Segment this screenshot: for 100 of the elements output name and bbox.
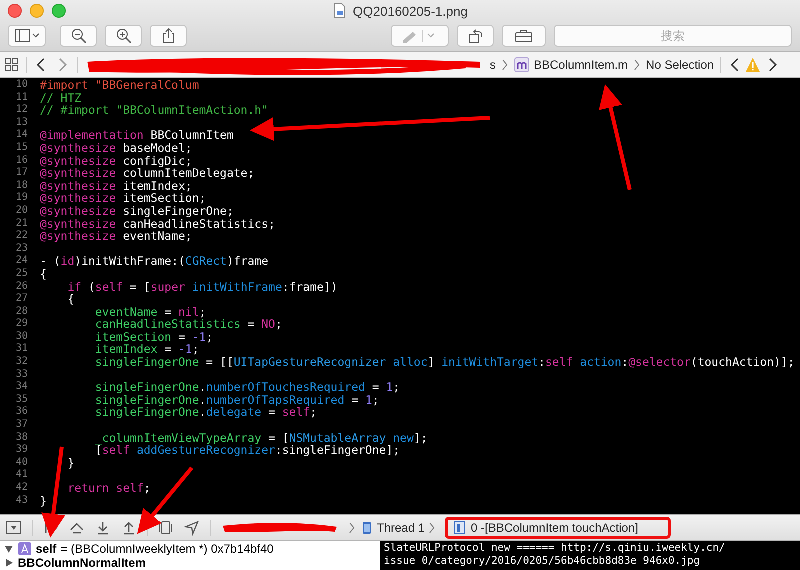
code-line: - (id)initWithFrame:(CGRect)frame bbox=[40, 255, 269, 268]
line-number: 39 bbox=[14, 444, 29, 457]
sidebar-button[interactable] bbox=[8, 25, 46, 47]
code-line: if (self = [super initWithFrame:frame]) bbox=[66, 280, 338, 294]
line-number: 36 bbox=[14, 406, 29, 420]
line-number: 11 bbox=[14, 92, 29, 104]
code-line: singleFingerOne.delegate = self; bbox=[94, 406, 317, 420]
line-number: 43 bbox=[14, 494, 29, 508]
chevron-icon bbox=[634, 58, 640, 70]
step-out-icon bbox=[121, 520, 137, 536]
file-name[interactable]: BBColumnItem.m bbox=[534, 58, 628, 72]
step-into-icon bbox=[95, 520, 111, 536]
code-line: [self addGestureRecognizer:singleFingerOne]; bbox=[94, 444, 400, 457]
line-number: 32 bbox=[14, 356, 29, 369]
code-line: @implementation BBColumnItem bbox=[40, 129, 234, 142]
line-number: 21 bbox=[14, 218, 29, 230]
search-field[interactable]: 搜索 bbox=[554, 25, 792, 47]
share-button[interactable] bbox=[150, 25, 187, 47]
code-line: @synthesize canHeadlineStatistics; bbox=[40, 218, 276, 230]
code-line: @synthesize eventName; bbox=[40, 230, 192, 243]
line-number: 25 bbox=[14, 268, 29, 280]
m-file-icon bbox=[514, 56, 530, 72]
code-line: itemIndex = -1; bbox=[94, 343, 200, 356]
code-line: return self; bbox=[66, 482, 151, 495]
line-number: 15 bbox=[14, 142, 29, 155]
toolbox-icon bbox=[515, 29, 533, 43]
stack-frame-breadcrumb[interactable]: 0 -[BBColumnItem touchAction] bbox=[445, 516, 672, 538]
zoom-in-icon bbox=[116, 28, 132, 44]
selection-label[interactable]: No Selection bbox=[646, 58, 714, 72]
disclosure-triangle-icon[interactable] bbox=[4, 558, 14, 568]
sidebar-icon bbox=[15, 29, 39, 43]
warning-icon bbox=[745, 56, 762, 72]
line-number: 42 bbox=[14, 482, 29, 495]
line-number: 31 bbox=[14, 343, 29, 356]
line-number: 41 bbox=[14, 469, 29, 482]
grid-icon bbox=[4, 56, 20, 72]
view-hierarchy-icon bbox=[158, 520, 174, 536]
line-number: 18 bbox=[14, 180, 29, 192]
stack-frame-icon bbox=[454, 520, 466, 534]
rotate-button[interactable] bbox=[457, 25, 494, 47]
code-line: singleFingerOne.numberOfTouchesRequired = 1; bbox=[94, 381, 400, 394]
line-number: 23 bbox=[14, 242, 29, 256]
path-segment[interactable]: s bbox=[490, 58, 496, 72]
code-line: } bbox=[66, 456, 75, 470]
code-line: @synthesize itemIndex; bbox=[40, 180, 192, 192]
code-line: @synthesize columnItemDelegate; bbox=[40, 167, 255, 180]
code-line: @synthesize itemSection; bbox=[40, 192, 206, 205]
code-line: singleFingerOne.numberOfTapsRequired = 1; bbox=[94, 394, 380, 406]
line-number: 27 bbox=[14, 293, 29, 306]
close-button[interactable] bbox=[8, 4, 22, 18]
line-number: 33 bbox=[14, 368, 29, 382]
variable-name: BBColumnNormalItem bbox=[18, 556, 146, 570]
line-number: 20 bbox=[14, 204, 29, 218]
line-number: 29 bbox=[14, 318, 29, 331]
line-number: 40 bbox=[14, 456, 29, 470]
code-line: { bbox=[40, 268, 47, 280]
zoom-out-icon bbox=[70, 28, 86, 44]
line-number: 16 bbox=[14, 154, 29, 168]
line-number: 26 bbox=[14, 280, 29, 294]
document-icon bbox=[332, 3, 348, 19]
code-line: @synthesize singleFingerOne; bbox=[40, 204, 234, 218]
console-output: SlateURLProtocol new ====== http://s.qiniu.iweekly.cn/ issue_0/category/2016/0205/56b46cbb8d83e_946x0.jpg bbox=[380, 541, 800, 570]
code-line: } bbox=[40, 494, 47, 508]
disclosure-triangle-icon[interactable] bbox=[4, 544, 14, 554]
line-number: 22 bbox=[14, 230, 29, 243]
line-number: 35 bbox=[14, 394, 29, 406]
location-icon bbox=[184, 520, 200, 536]
share-icon bbox=[162, 28, 176, 44]
next-issue-icon bbox=[767, 56, 780, 72]
chevron-icon bbox=[429, 522, 436, 534]
code-line: _columnItemViewTypeArray = [NSMutableArray new]; bbox=[94, 432, 428, 444]
line-number: 28 bbox=[14, 306, 29, 318]
line-number: 24 bbox=[14, 255, 29, 268]
code-line: // #import "BBColumnItemAction.h" bbox=[40, 104, 268, 117]
zoom-in-button[interactable] bbox=[105, 25, 142, 47]
code-line: singleFingerOne = [[UITapGestureRecognizer alloc] initWithTarget:self action:@selector(touchAction)]; bbox=[94, 356, 795, 369]
chevron-icon bbox=[349, 522, 355, 534]
line-number: 14 bbox=[14, 129, 29, 142]
variable-value: = (BBColumnIweeklyItem *) 0x7b14bf40 bbox=[60, 542, 274, 556]
line-number: 34 bbox=[14, 381, 29, 394]
line-number: 37 bbox=[14, 419, 29, 432]
hide-panel-icon bbox=[6, 520, 22, 536]
window-title: QQ20160205-1.png bbox=[353, 4, 468, 18]
code-line: #import "BBGeneralColum bbox=[40, 79, 200, 92]
line-number: 13 bbox=[14, 116, 29, 130]
thread-label[interactable]: Thread 1 bbox=[377, 520, 426, 534]
toolbox-button[interactable] bbox=[502, 25, 546, 47]
line-number: 17 bbox=[14, 167, 29, 180]
zoom-out-button[interactable] bbox=[60, 25, 97, 47]
line-number: 19 bbox=[14, 192, 29, 205]
line-number: 30 bbox=[14, 330, 29, 344]
line-number: 38 bbox=[14, 432, 29, 444]
zoom-button[interactable] bbox=[52, 4, 66, 18]
code-line: @synthesize baseModel; bbox=[40, 142, 192, 155]
code-line: { bbox=[66, 293, 75, 306]
code-line: @synthesize configDic; bbox=[40, 154, 192, 168]
code-line: itemSection = -1; bbox=[94, 330, 214, 344]
chevron-icon bbox=[502, 58, 508, 70]
rotate-icon bbox=[468, 28, 484, 44]
line-number: 10 bbox=[14, 79, 29, 92]
